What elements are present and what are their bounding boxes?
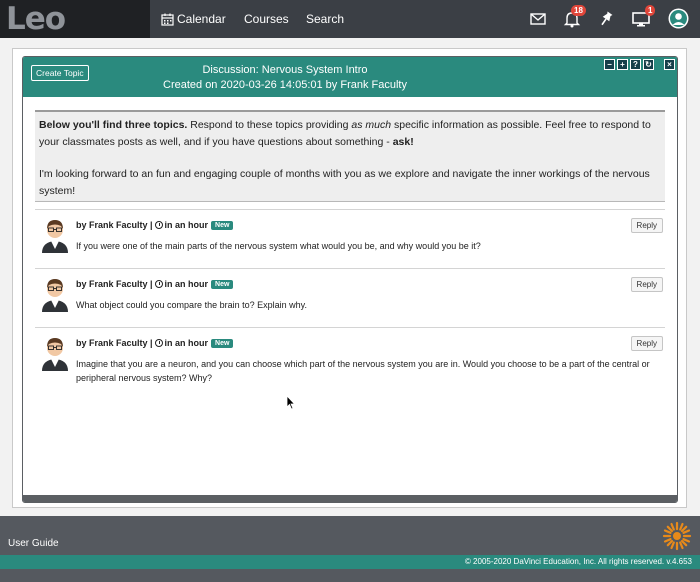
- reply-button[interactable]: Reply: [630, 336, 663, 351]
- avatar-icon: [42, 220, 68, 253]
- bottom-strip: [0, 569, 700, 582]
- discussion-dialog: Create Topic Discussion: Nervous System …: [22, 56, 678, 503]
- post-author: by Frank Faculty |: [76, 338, 153, 348]
- mail-icon[interactable]: [528, 9, 548, 29]
- discussion-title: Discussion: Nervous System Intro: [202, 64, 368, 76]
- help-button[interactable]: ?: [630, 59, 641, 70]
- post-time: in an hour: [164, 279, 209, 289]
- post-author: by Frank Faculty |: [76, 220, 153, 230]
- post-author: by Frank Faculty |: [76, 279, 153, 289]
- intro-bold: Below you'll find three topics.: [39, 119, 188, 131]
- notifications-badge: 18: [571, 5, 586, 16]
- sun-logo-icon: [662, 521, 692, 551]
- nav-courses-label: Courses: [244, 12, 289, 26]
- discussion-intro: Below you'll find three topics. Respond …: [35, 110, 665, 202]
- nav-calendar-label: Calendar: [177, 12, 226, 26]
- post-text: If you were one of the main parts of the…: [76, 241, 481, 251]
- clock-icon: [154, 339, 163, 347]
- post-item: by Frank Faculty | in an hour New What o…: [35, 268, 665, 327]
- monitor-badge: 1: [645, 5, 656, 16]
- user-icon[interactable]: [668, 8, 689, 29]
- clock-icon: [154, 280, 163, 288]
- reply-button[interactable]: Reply: [630, 218, 663, 233]
- cursor-icon: [286, 395, 296, 410]
- calendar-icon: [161, 13, 174, 26]
- nav-courses[interactable]: Courses: [244, 0, 289, 38]
- post-item: by Frank Faculty | in an hour New If you…: [35, 209, 665, 268]
- copyright-bar: © 2005-2020 DaVinci Education, Inc. All …: [0, 555, 700, 569]
- dialog-title: Discussion: Nervous System Intro Created…: [135, 63, 435, 93]
- intro-paragraph-2: I'm looking forward to an fun and engagi…: [39, 168, 650, 197]
- post-meta: by Frank Faculty | in an hour New: [76, 220, 234, 230]
- new-badge: New: [211, 279, 234, 289]
- post-text: What object could you compare the brain …: [76, 300, 307, 310]
- minimize-button[interactable]: −: [604, 59, 615, 70]
- pin-icon[interactable]: [596, 9, 616, 29]
- avatar-icon: [42, 338, 68, 371]
- created-info: Created on 2020-03-26 14:05:01 by Frank …: [163, 79, 407, 91]
- create-topic-button[interactable]: Create Topic: [31, 65, 89, 81]
- intro-italic: as much: [351, 119, 392, 131]
- avatar-icon: [42, 279, 68, 312]
- app-logo[interactable]: Leo: [0, 0, 150, 38]
- intro-text-a: Respond to these topics providing: [187, 119, 352, 131]
- top-navigation-bar: Leo Calendar Courses Search 18 1: [0, 0, 700, 38]
- post-time: in an hour: [164, 220, 209, 230]
- close-button[interactable]: ×: [664, 59, 675, 70]
- post-item: by Frank Faculty | in an hour New Imagin…: [35, 327, 665, 397]
- user-guide-link[interactable]: User Guide: [8, 538, 59, 549]
- post-meta: by Frank Faculty | in an hour New: [76, 338, 234, 348]
- nav-search[interactable]: Search: [306, 0, 344, 38]
- intro-bold-ask: ask!: [392, 135, 414, 148]
- footer: User Guide: [0, 516, 700, 555]
- clock-icon: [154, 221, 163, 229]
- reply-button[interactable]: Reply: [630, 277, 663, 292]
- copyright-text: © 2005-2020 DaVinci Education, Inc. All …: [464, 557, 692, 566]
- intro-paragraph-1: Below you'll find three topics. Respond …: [39, 117, 661, 150]
- maximize-button[interactable]: +: [617, 59, 628, 70]
- new-badge: New: [211, 338, 234, 348]
- refresh-button[interactable]: ↻: [643, 59, 654, 70]
- dialog-header: Create Topic Discussion: Nervous System …: [23, 57, 677, 97]
- new-badge: New: [211, 220, 234, 230]
- dialog-bottom-bar: [23, 495, 677, 502]
- post-time: in an hour: [164, 338, 209, 348]
- post-meta: by Frank Faculty | in an hour New: [76, 279, 234, 289]
- nav-search-label: Search: [306, 12, 345, 26]
- post-text: Imagine that you are a neuron, and you c…: [76, 359, 650, 383]
- nav-calendar[interactable]: Calendar: [161, 0, 226, 38]
